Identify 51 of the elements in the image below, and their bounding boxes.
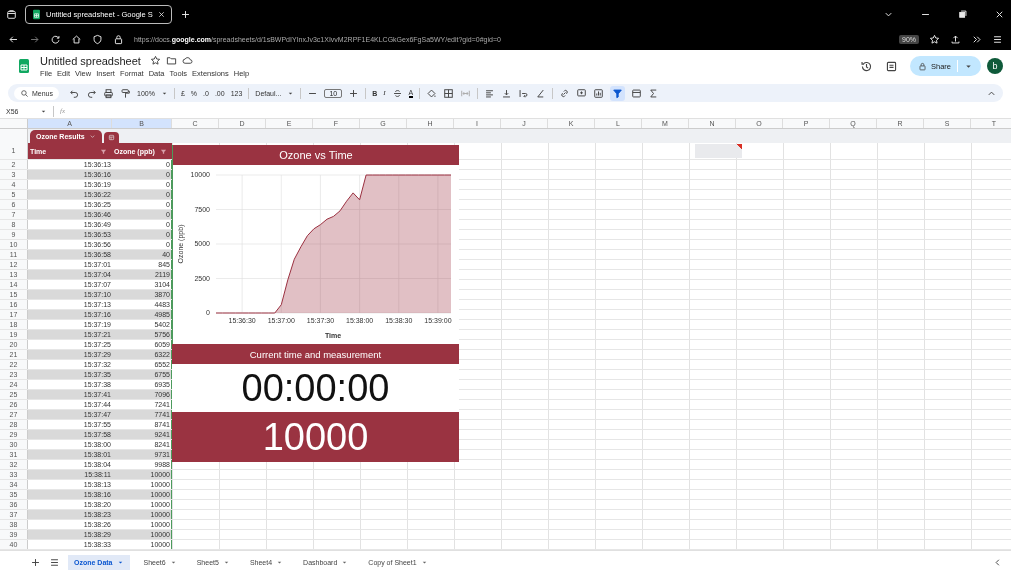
folder-icon[interactable]: [165, 55, 177, 66]
align-left-icon[interactable]: [484, 87, 496, 99]
highlighted-cell: [695, 144, 742, 158]
restore-icon[interactable]: [957, 8, 968, 20]
measurement-value: 10000: [172, 412, 459, 462]
back-icon[interactable]: [8, 33, 19, 45]
filter-icon[interactable]: [100, 147, 107, 155]
tab-list-icon[interactable]: [6, 8, 17, 20]
forward-icon[interactable]: [29, 33, 40, 45]
table-menu-button[interactable]: [103, 132, 119, 143]
comment-icon[interactable]: [885, 59, 898, 73]
add-sheet-icon[interactable]: [30, 556, 41, 568]
star-icon[interactable]: [149, 55, 161, 66]
history-icon[interactable]: [860, 59, 873, 73]
lock-icon[interactable]: [113, 33, 124, 45]
reload-icon[interactable]: [50, 33, 61, 45]
borders-icon[interactable]: [443, 87, 455, 99]
paint-format-icon[interactable]: [120, 87, 131, 99]
filter-icon[interactable]: [610, 85, 626, 101]
widget-title: Current time and measurement: [172, 344, 459, 364]
text-rotation-icon[interactable]: [535, 87, 547, 99]
home-icon[interactable]: [71, 33, 82, 45]
avatar[interactable]: b: [987, 58, 1003, 74]
search-icon: [20, 88, 29, 98]
double-chevron-icon[interactable]: [971, 33, 982, 45]
filter-views-icon[interactable]: [631, 87, 643, 99]
chart-icon[interactable]: [593, 87, 605, 99]
lock-icon: [918, 61, 927, 71]
filter-icon[interactable]: [160, 147, 167, 155]
fill-color-icon[interactable]: [426, 87, 438, 99]
menu-icon[interactable]: [992, 33, 1003, 45]
chevron-down-icon[interactable]: [88, 133, 96, 140]
vertical-align-icon[interactable]: [501, 87, 513, 99]
close-icon[interactable]: [156, 9, 166, 19]
link-icon[interactable]: [559, 87, 571, 99]
strikethrough-icon[interactable]: [391, 87, 403, 99]
spreadsheet-logo-icon[interactable]: [16, 56, 32, 76]
upload-icon[interactable]: [950, 33, 961, 45]
print-icon[interactable]: [103, 87, 114, 99]
cloud-icon[interactable]: [181, 55, 193, 66]
clock-display: 00:00:00: [172, 364, 459, 412]
shield-icon[interactable]: [92, 33, 103, 45]
chart-title: Ozone vs Time: [173, 145, 459, 165]
plus-icon[interactable]: [348, 87, 360, 99]
new-tab-icon[interactable]: [179, 8, 191, 20]
text-wrap-icon[interactable]: [518, 87, 530, 99]
add-comment-icon[interactable]: [576, 87, 588, 99]
all-sheets-icon[interactable]: [49, 556, 60, 568]
table-icon: [107, 134, 115, 141]
spreadsheet-icon: [31, 8, 42, 20]
document-title[interactable]: Untitled spreadsheet: [40, 54, 141, 67]
